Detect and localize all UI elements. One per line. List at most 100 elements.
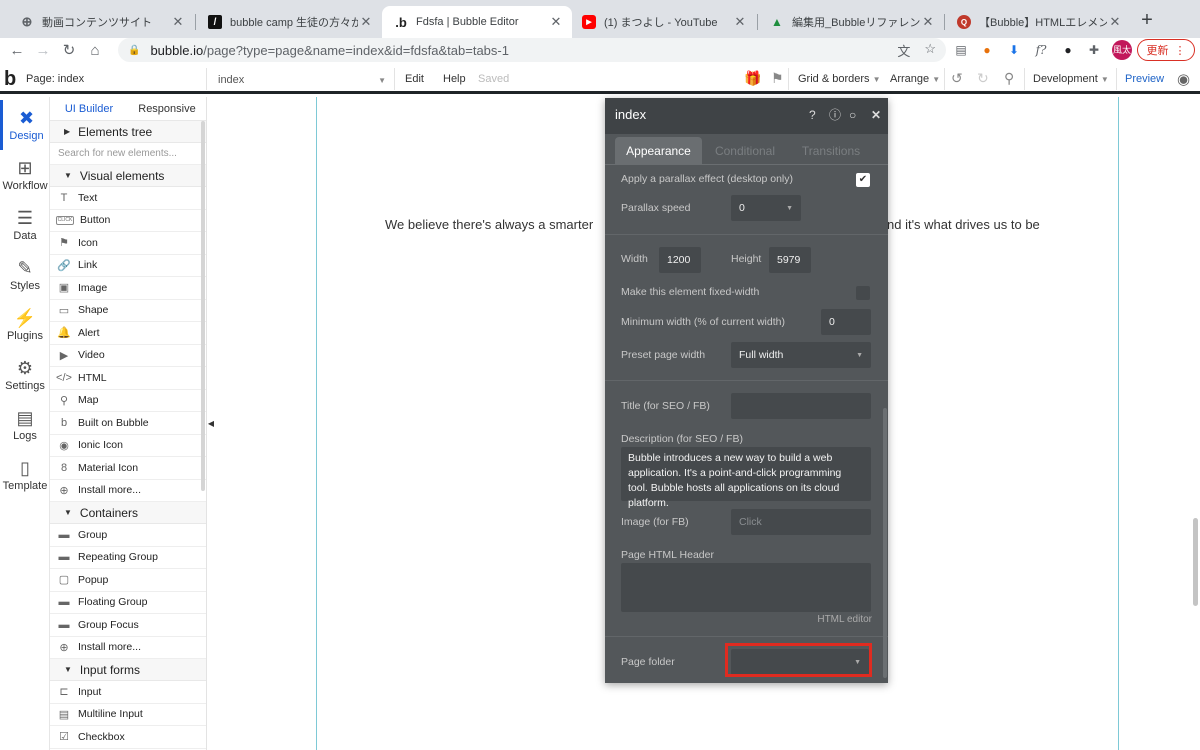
back-icon[interactable]: ←: [6, 40, 28, 62]
preset-width-dropdown[interactable]: Full width ▼: [731, 342, 871, 368]
palette-item[interactable]: ◉ Ionic Icon: [50, 435, 206, 457]
palette-item[interactable]: 🔔 Alert: [50, 322, 206, 345]
grid-borders-menu[interactable]: Grid & borders ▼: [798, 73, 881, 85]
height-input[interactable]: 5979: [769, 247, 811, 273]
fb-image-uploader[interactable]: Click: [731, 509, 871, 535]
palette-scrollbar[interactable]: [201, 121, 205, 491]
palette-item[interactable]: ▬ Repeating Group: [50, 547, 206, 569]
browser-tab[interactable]: ⊕ 動画コンテンツサイト ✕: [8, 6, 194, 38]
palette-item[interactable]: ⚲ Map: [50, 390, 206, 412]
html-editor-link[interactable]: HTML editor: [817, 614, 872, 625]
collapse-palette-icon[interactable]: ◀: [207, 416, 215, 432]
fixed-width-checkbox[interactable]: [856, 286, 870, 300]
browser-tab[interactable]: / bubble camp 生徒の方々からの ✕: [196, 6, 382, 38]
close-icon[interactable]: ✕: [170, 14, 186, 30]
avatar[interactable]: 風太: [1112, 40, 1132, 60]
browser-tab[interactable]: ▶ (1) まつよし - YouTube ✕: [570, 6, 756, 38]
gift-icon[interactable]: 🎁: [744, 70, 761, 87]
extension-icon[interactable]: ●: [978, 41, 996, 59]
parallax-speed-dropdown[interactable]: 0 ▼: [731, 195, 801, 221]
redo-icon[interactable]: ↻: [977, 70, 989, 87]
rail-styles[interactable]: ✎ Styles: [0, 250, 50, 300]
palette-item[interactable]: ⊕ Install more...: [50, 637, 206, 659]
palette-item[interactable]: 8 Material Icon: [50, 457, 206, 480]
tab-appearance[interactable]: Appearance: [615, 137, 702, 165]
close-icon[interactable]: ✕: [358, 14, 374, 30]
html-header-input[interactable]: [621, 563, 871, 612]
palette-item[interactable]: b Built on Bubble: [50, 412, 206, 435]
input-forms-header[interactable]: ▼ Input forms: [50, 659, 206, 681]
home-icon[interactable]: ⌂: [84, 40, 106, 62]
search-icon[interactable]: ⚲: [1004, 70, 1014, 87]
property-editor-header[interactable]: index ? ⓘ ○ ✕: [605, 98, 888, 134]
info-icon[interactable]: ⓘ: [829, 98, 841, 132]
palette-item[interactable]: ▢ Popup: [50, 569, 206, 592]
rail-plugins[interactable]: ⚡ Plugins: [0, 300, 50, 350]
canvas-text[interactable]: We believe there's always a smarter: [385, 217, 593, 232]
width-input[interactable]: 1200: [659, 247, 701, 273]
rail-data[interactable]: ☰ Data: [0, 200, 50, 250]
tab-ui-builder[interactable]: UI Builder: [50, 97, 128, 120]
parallax-checkbox[interactable]: ✔: [856, 173, 870, 187]
version-menu[interactable]: Development ▼: [1033, 73, 1109, 85]
rail-template[interactable]: ▯ Template: [0, 450, 50, 500]
palette-item[interactable]: ▶ Video: [50, 345, 206, 367]
page-dropdown[interactable]: index ▼: [212, 69, 392, 91]
palette-item[interactable]: CLICK Button: [50, 210, 206, 232]
browser-tab-active[interactable]: .b Fdsfa | Bubble Editor ✕: [382, 6, 572, 38]
idea-icon[interactable]: ⚑: [771, 70, 784, 87]
rail-workflow[interactable]: ⊞ Workflow: [0, 150, 50, 200]
rail-settings[interactable]: ⚙ Settings: [0, 350, 50, 400]
extension-icon[interactable]: ●: [1059, 41, 1077, 59]
min-width-input[interactable]: 0: [821, 309, 871, 335]
palette-item[interactable]: 🔗 Link: [50, 255, 206, 277]
rail-design[interactable]: ✖ Design: [0, 100, 50, 150]
palette-item[interactable]: T Text: [50, 187, 206, 210]
close-icon[interactable]: ✕: [548, 14, 564, 30]
seo-title-input[interactable]: [731, 393, 871, 419]
close-icon[interactable]: ✕: [732, 14, 748, 30]
canvas-text[interactable]: nd it's what drives us to be: [887, 217, 1040, 232]
browser-tab[interactable]: Q 【Bubble】HTMLエレメントで ✕: [945, 6, 1131, 38]
update-button[interactable]: 更新 ⋮: [1137, 39, 1195, 61]
palette-item[interactable]: ▬ Floating Group: [50, 592, 206, 614]
browser-tab[interactable]: ▲ 編集用_Bubbleリファレンス翻 ✕: [758, 6, 944, 38]
palette-item[interactable]: ▣ Image: [50, 277, 206, 300]
rail-logs[interactable]: ▤ Logs: [0, 400, 50, 450]
palette-item[interactable]: ⊕ Install more...: [50, 480, 206, 502]
palette-item[interactable]: ▬ Group Focus: [50, 614, 206, 637]
puzzle-icon[interactable]: ✚: [1085, 41, 1103, 59]
containers-header[interactable]: ▼ Containers: [50, 502, 206, 524]
bubble-logo[interactable]: b: [4, 68, 16, 91]
reload-icon[interactable]: ↻: [58, 40, 80, 62]
tab-responsive[interactable]: Responsive: [128, 97, 206, 120]
property-scrollbar[interactable]: [883, 408, 887, 678]
comment-icon[interactable]: ○: [849, 98, 856, 132]
page-label[interactable]: Page: index: [26, 73, 84, 85]
edit-menu[interactable]: Edit: [405, 73, 424, 85]
url-bar[interactable]: 🔒 bubble.io /page?type=page&name=index&i…: [118, 38, 946, 62]
visual-elements-header[interactable]: ▼ Visual elements: [50, 165, 206, 187]
palette-item[interactable]: ⚑ Icon: [50, 232, 206, 255]
extension-icon[interactable]: ▤: [952, 41, 970, 59]
forward-icon[interactable]: →: [32, 40, 54, 62]
palette-item[interactable]: ▤ Multiline Input: [50, 704, 206, 726]
account-icon[interactable]: ◉: [1177, 70, 1190, 88]
palette-item[interactable]: ☑ Checkbox: [50, 726, 206, 749]
preview-button[interactable]: Preview: [1125, 73, 1164, 85]
help-menu[interactable]: Help: [443, 73, 466, 85]
new-tab-button[interactable]: +: [1136, 8, 1158, 32]
palette-item[interactable]: </> HTML: [50, 367, 206, 390]
element-search-input[interactable]: Search for new elements...: [50, 143, 206, 165]
translate-icon[interactable]: 文: [897, 41, 910, 60]
formula-icon[interactable]: f?: [1032, 41, 1050, 59]
close-icon[interactable]: ✕: [1107, 14, 1123, 30]
tab-conditional[interactable]: Conditional: [705, 137, 785, 165]
close-icon[interactable]: ✕: [871, 98, 881, 132]
seo-description-input[interactable]: Bubble introduces a new way to build a w…: [621, 447, 871, 509]
star-icon[interactable]: ☆: [924, 41, 936, 60]
palette-item[interactable]: ⊏ Input: [50, 681, 206, 704]
close-icon[interactable]: ✕: [920, 14, 936, 30]
undo-icon[interactable]: ↺: [951, 70, 963, 87]
canvas-scrollbar[interactable]: [1193, 518, 1198, 606]
